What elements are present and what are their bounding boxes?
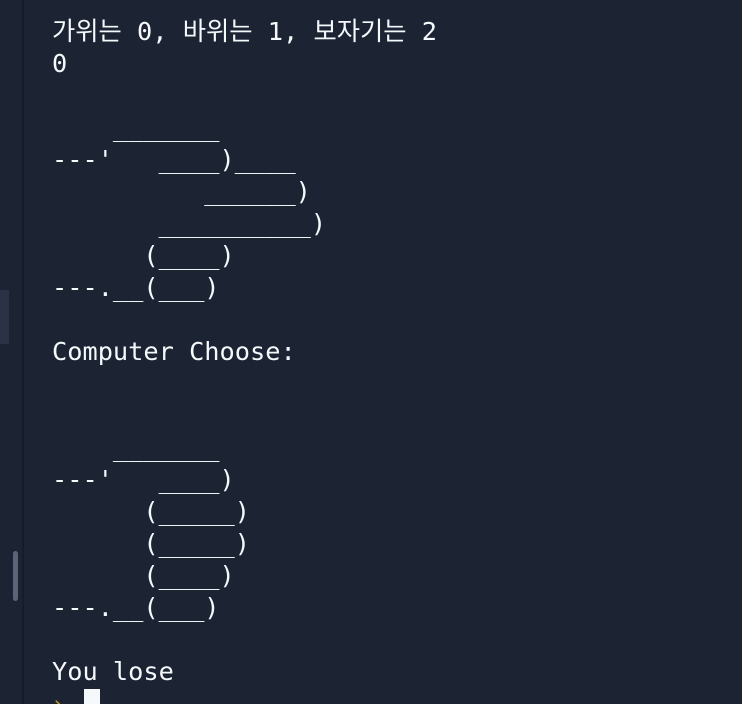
ascii-art-line: (_____): [52, 529, 250, 558]
ascii-art-line: ---' ____): [52, 465, 235, 494]
console-output: 가위는 0, 바위는 1, 보자기는 2 0 _______ ---' ____…: [52, 16, 732, 704]
text-cursor[interactable]: [84, 689, 100, 704]
output-line-result: You lose: [52, 657, 174, 686]
ascii-art-line: _______: [52, 113, 220, 142]
input-prompt[interactable]: ›: [52, 688, 732, 704]
editor-gutter: [0, 0, 24, 704]
ascii-art-line: ---' ____)____: [52, 145, 296, 174]
ascii-art-line: ---.__(___): [52, 273, 220, 302]
ascii-art-line: (____): [52, 561, 235, 590]
ascii-art-line: (_____): [52, 497, 250, 526]
ascii-art-line: __________): [52, 209, 327, 238]
ascii-art-line: ---.__(___): [52, 593, 220, 622]
output-line-computer-choose: Computer Choose:: [52, 337, 296, 366]
gutter-indicator: [0, 290, 9, 344]
scrollbar-handle[interactable]: [13, 551, 18, 601]
ascii-art-line: _______: [52, 433, 220, 462]
ascii-art-line: ______): [52, 177, 311, 206]
console-window: 가위는 0, 바위는 1, 보자기는 2 0 _______ ---' ____…: [0, 0, 742, 704]
ascii-art-line: (____): [52, 241, 235, 270]
output-line-user-input: 0: [52, 49, 68, 78]
output-line-prompt-instructions: 가위는 0, 바위는 1, 보자기는 2: [52, 17, 438, 46]
prompt-chevron-icon: ›: [52, 693, 63, 704]
